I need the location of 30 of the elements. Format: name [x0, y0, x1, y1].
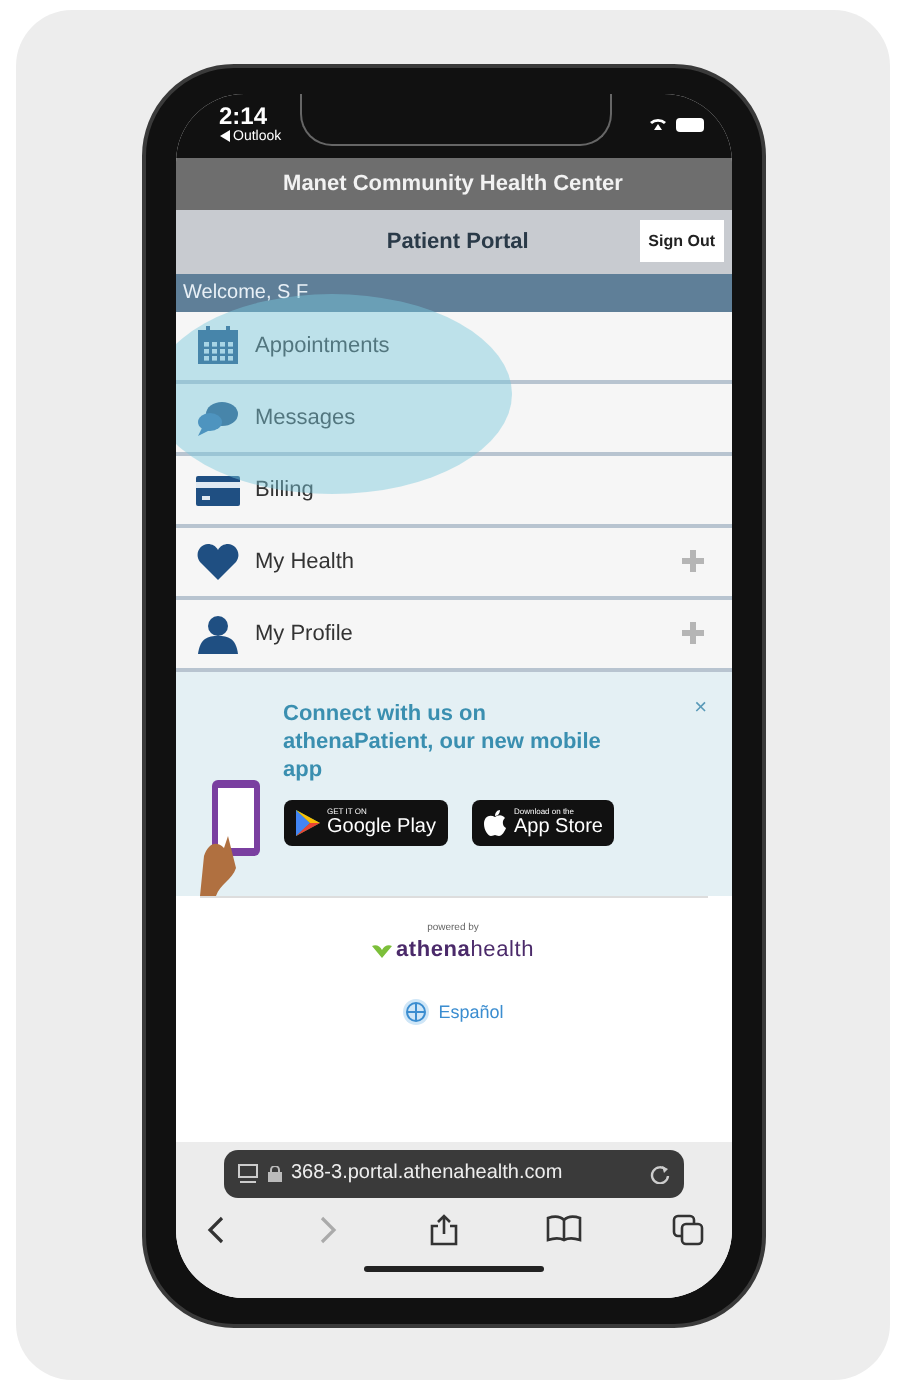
leaf-icon — [371, 941, 392, 957]
back-triangle-icon — [219, 130, 229, 142]
brand-logo: athenahealth — [371, 937, 535, 961]
menu-item[interactable]: Billing — [175, 455, 731, 527]
clinic-title: Manet Community Health Center — [175, 157, 731, 209]
page-menu-icon[interactable] — [237, 1163, 257, 1183]
tabs-icon[interactable] — [671, 1213, 703, 1245]
address-bar[interactable]: 368-3.portal.athenahealth.com — [223, 1149, 683, 1197]
book-icon[interactable] — [546, 1213, 582, 1241]
heart-icon — [195, 541, 239, 581]
menu-item[interactable]: Messages — [175, 383, 731, 455]
share-icon[interactable] — [429, 1213, 457, 1245]
sign-out-button[interactable]: Sign Out — [640, 220, 723, 262]
play-triangle-icon — [295, 809, 319, 835]
promo-text: Connect with us on athenaPatient, our new mobile app — [283, 699, 603, 783]
status-time: 2:14 — [219, 101, 270, 129]
welcome-text: Welcome, S F — [175, 273, 731, 311]
wifi-battery-icon — [647, 113, 707, 133]
apple-icon — [483, 809, 506, 835]
calendar-icon — [195, 325, 239, 365]
menu-item[interactable]: My Profile — [175, 599, 731, 671]
globe-icon — [402, 997, 431, 1025]
person-icon — [195, 613, 239, 653]
lock-icon — [267, 1165, 281, 1181]
menu-item[interactable]: My Health — [175, 527, 731, 599]
menu-item[interactable]: Appointments — [175, 311, 731, 383]
language-link[interactable]: Español — [402, 997, 504, 1025]
reload-icon[interactable] — [649, 1163, 669, 1183]
portal-title: Patient Portal — [384, 229, 531, 253]
chat-bubbles-icon — [195, 397, 239, 437]
